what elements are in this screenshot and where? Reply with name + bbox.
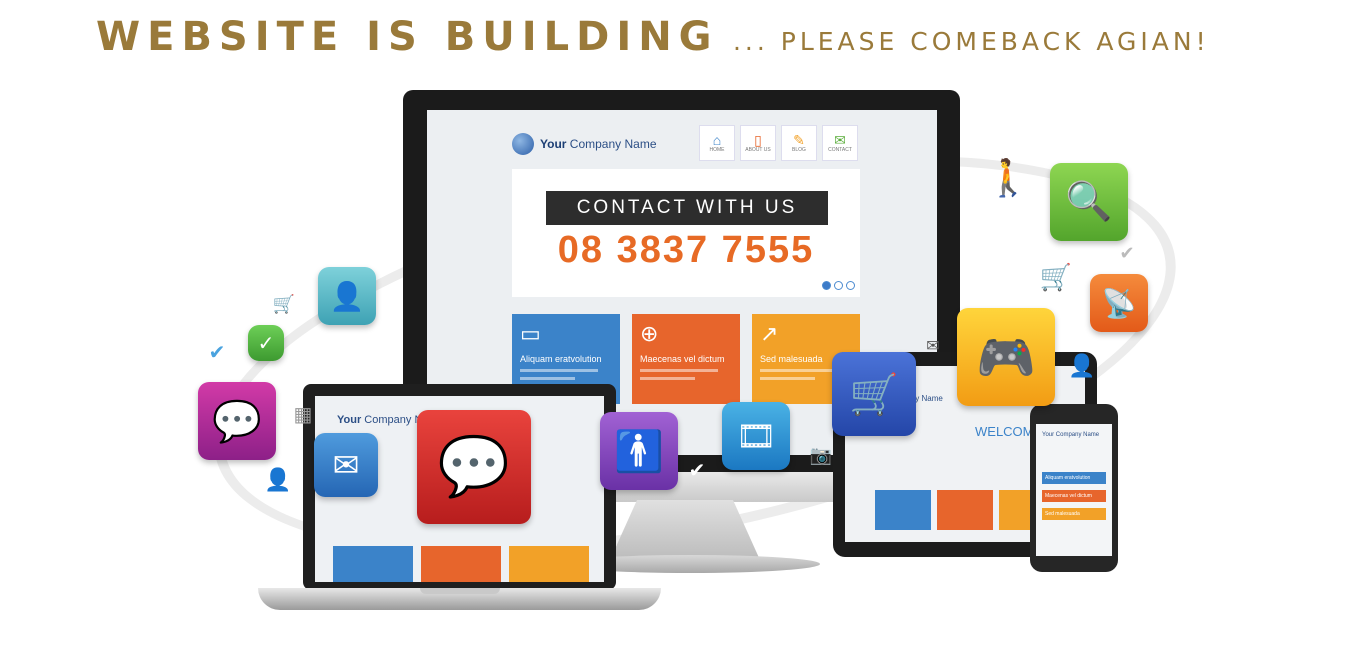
slider-dot[interactable]: [834, 281, 843, 290]
user-icon[interactable]: 👤: [318, 267, 376, 325]
page-heading: WEBSITE IS BUILDING ... PLEASE COMEBACK …: [96, 14, 1316, 74]
globe-icon: ⊕: [640, 321, 659, 346]
checkmark-icon: ✔: [1119, 242, 1135, 263]
shopping-cart-icon[interactable]: 🛒: [832, 352, 916, 436]
chart-icon: ↗: [760, 321, 779, 346]
chat-icon: ▭: [520, 321, 541, 346]
user-icon: 👤: [264, 467, 292, 492]
globe-icon: [512, 133, 534, 155]
chat-icon[interactable]: 💬: [417, 410, 531, 524]
mail-icon[interactable]: ✉: [314, 433, 378, 497]
phone-screen: Your Company Name Aliquam eratvolution M…: [1036, 424, 1112, 556]
nav-about[interactable]: ▯ ABOUT US: [740, 125, 776, 161]
speech-bubble-icon[interactable]: 💬: [198, 382, 276, 460]
slider-dot[interactable]: [846, 281, 855, 290]
person-icon[interactable]: 🚹: [600, 412, 678, 490]
laptop-notch: [420, 588, 500, 594]
slider-dots[interactable]: [822, 281, 855, 290]
envelope-icon: ✉: [926, 338, 940, 355]
brand-rest: Company Name: [566, 137, 657, 151]
camera-icon: 📷: [809, 444, 833, 465]
calculator-icon: ▦: [293, 403, 313, 426]
rss-icon[interactable]: 📡: [1090, 274, 1148, 332]
phone-number[interactable]: 08 3837 7555: [512, 229, 860, 281]
monitor-tile-2[interactable]: ⊕ Maecenas vel dictum: [632, 314, 740, 404]
checkmark-icon[interactable]: ✓: [248, 325, 284, 361]
contact-label: CONTACT WITH US: [546, 191, 828, 225]
heading-sub: ... PLEASE COMEBACK AGIAN!: [732, 27, 1210, 56]
cart-icon: 🛒: [272, 293, 296, 314]
checkmark-icon: ✔: [208, 341, 226, 364]
envelope-icon: ✉: [834, 132, 846, 148]
person-icon: 🚶: [985, 157, 1031, 198]
checkmark-icon: ✔: [688, 459, 706, 482]
home-icon: ⌂: [712, 132, 722, 148]
nav-home[interactable]: ⌂ HOME: [699, 125, 735, 161]
film-icon[interactable]: 🎞: [722, 402, 790, 470]
slider-dot[interactable]: [822, 281, 831, 290]
gamepad-icon[interactable]: 🎮: [957, 308, 1055, 406]
pencil-icon: ✎: [793, 132, 805, 148]
nav-blog[interactable]: ✎ BLOG: [781, 125, 817, 161]
heading-main: WEBSITE IS BUILDING: [96, 14, 719, 60]
monitor-logo: Your Company Name: [512, 131, 657, 157]
document-icon: ▯: [754, 132, 762, 148]
brand-strong: Your: [540, 137, 567, 151]
cart-icon: 🛒: [1039, 261, 1073, 292]
search-icon[interactable]: 🔍: [1050, 163, 1128, 241]
nav-contact[interactable]: ✉ CONTACT: [822, 125, 858, 161]
user-icon: 👤: [1068, 353, 1096, 378]
